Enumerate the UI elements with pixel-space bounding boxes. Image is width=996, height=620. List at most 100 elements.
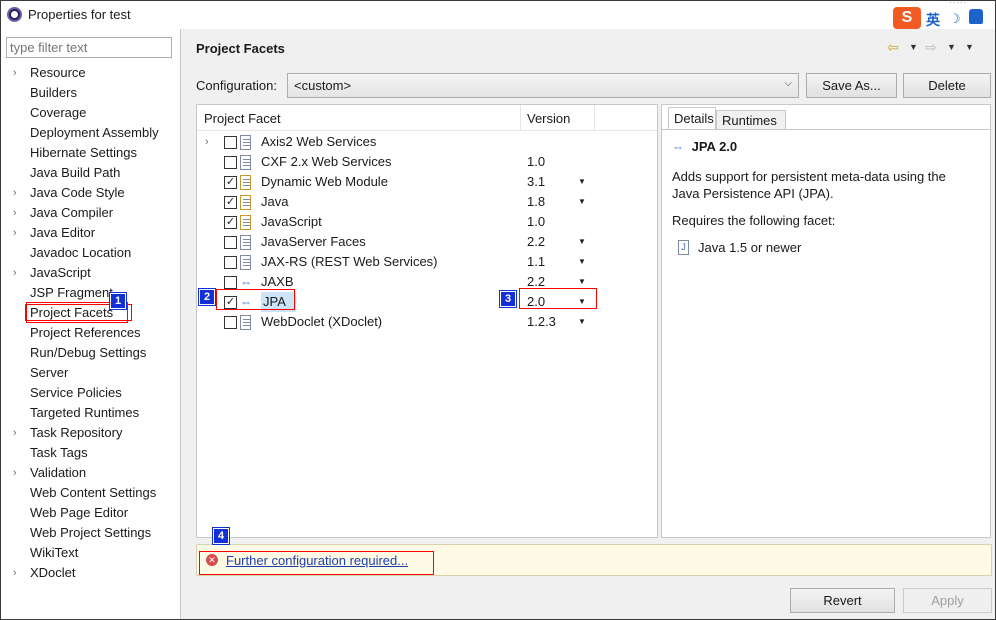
chevron-down-icon: ⌵ (784, 78, 792, 89)
tab-runtimes[interactable]: Runtimes (716, 110, 786, 129)
facet-version[interactable]: 3.1 (527, 172, 545, 192)
facet-row[interactable]: CXF 2.x Web Services 1.0 (197, 152, 657, 172)
tree-item[interactable]: › Java Editor (1, 223, 181, 243)
tree-item[interactable]: › XDoclet (1, 563, 181, 583)
facet-row[interactable]: ✓ Dynamic Web Module 3.1 ▼ (197, 172, 657, 192)
facet-checkbox[interactable]: ✓ (224, 216, 237, 229)
chevron-right-icon[interactable]: › (205, 132, 209, 152)
forward-dropdown-icon[interactable]: ▼ (947, 42, 956, 52)
back-arrow-icon[interactable]: ⇦ (887, 39, 899, 56)
save-as-button[interactable]: Save As... (806, 73, 897, 98)
facet-checkbox[interactable] (224, 136, 237, 149)
facet-row[interactable]: JAX-RS (REST Web Services) 1.1 ▼ (197, 252, 657, 272)
tree-item[interactable]: › Resource (1, 63, 181, 83)
tree-item[interactable]: Web Content Settings (1, 483, 181, 503)
delete-button[interactable]: Delete (903, 73, 991, 98)
tree-item-label: Server (30, 365, 69, 380)
tree-item-label: Java Compiler (30, 205, 114, 220)
tree-item[interactable]: JSP Fragment (1, 283, 181, 303)
details-title: JPA 2.0 (691, 139, 738, 154)
tree-item[interactable]: Task Tags (1, 443, 181, 463)
chevron-right-icon[interactable]: › (13, 183, 17, 203)
tree-item[interactable]: Server (1, 363, 181, 383)
view-menu-icon[interactable]: ▼ (965, 42, 974, 52)
ime-mode-label[interactable]: 英 (926, 10, 940, 30)
tree-item[interactable]: Web Project Settings (1, 523, 181, 543)
chevron-right-icon[interactable]: › (13, 463, 17, 483)
moon-icon[interactable]: ☽ (949, 11, 961, 27)
tree-item[interactable]: Hibernate Settings (1, 143, 181, 163)
back-dropdown-icon[interactable]: ▼ (909, 42, 918, 52)
tab-details[interactable]: Details (668, 107, 716, 129)
chevron-right-icon[interactable]: › (13, 563, 17, 583)
facet-checkbox[interactable]: ✓ (224, 196, 237, 209)
version-dropdown-icon[interactable]: ▼ (578, 312, 586, 332)
version-dropdown-icon[interactable]: ▼ (578, 192, 586, 212)
facet-row[interactable]: ✓ JavaScript 1.0 (197, 212, 657, 232)
version-dropdown-icon[interactable]: ▼ (578, 172, 586, 192)
page-header: Project Facets ⇦ ▼ ⇨ ▼ ▼ (182, 29, 995, 67)
tree-item[interactable]: Targeted Runtimes (1, 403, 181, 423)
configuration-value: <custom> (294, 78, 352, 93)
tree-item[interactable]: › JavaScript (1, 263, 181, 283)
facet-row[interactable]: ✓ Java 1.8 ▼ (197, 192, 657, 212)
ime-toolbar[interactable]: ····· S 英 ☽ (893, 1, 993, 30)
java-jar-icon: J (678, 240, 689, 255)
facet-name: Axis2 Web Services (261, 134, 377, 149)
facet-checkbox[interactable] (224, 156, 237, 169)
chevron-right-icon[interactable]: › (13, 423, 17, 443)
tree-item[interactable]: Service Policies (1, 383, 181, 403)
tree-item[interactable]: Javadoc Location (1, 243, 181, 263)
arrows-icon: ⇔ (240, 275, 252, 289)
tree-item[interactable]: › Java Compiler (1, 203, 181, 223)
facet-version: 1.0 (527, 214, 546, 229)
chevron-right-icon[interactable]: › (13, 63, 17, 83)
facet-version[interactable]: 1.8 (527, 192, 545, 212)
facet-version[interactable]: 2.2 (527, 232, 545, 252)
facet-checkbox[interactable] (224, 236, 237, 249)
tree-item[interactable]: Deployment Assembly (1, 123, 181, 143)
version-dropdown-icon[interactable]: ▼ (578, 232, 586, 252)
skin-icon[interactable] (969, 9, 983, 24)
details-title-row: ⇔ JPA 2.0 (672, 139, 737, 155)
title-bar: Properties for test ····· S 英 ☽ (1, 1, 995, 29)
facet-checkbox[interactable] (224, 276, 237, 289)
filter-input[interactable] (6, 37, 172, 58)
version-dropdown-icon[interactable]: ▼ (578, 252, 586, 272)
revert-button[interactable]: Revert (790, 588, 895, 613)
col-version-header[interactable]: Version (527, 111, 570, 126)
tree-item-label: Web Page Editor (30, 505, 129, 520)
tree-item-label: Run/Debug Settings (30, 345, 147, 360)
lock-doc-icon (240, 175, 251, 190)
chevron-right-icon[interactable]: › (13, 223, 17, 243)
tree-item[interactable]: Project References (1, 323, 181, 343)
tree-item[interactable]: WikiText (1, 543, 181, 563)
tree-item[interactable]: Run/Debug Settings (1, 343, 181, 363)
forward-arrow-icon[interactable]: ⇨ (925, 39, 937, 56)
facet-row[interactable]: JavaServer Faces 2.2 ▼ (197, 232, 657, 252)
tree-item[interactable]: › Validation (1, 463, 181, 483)
doc-icon (240, 135, 251, 150)
chevron-right-icon[interactable]: › (13, 203, 17, 223)
chevron-right-icon[interactable]: › (13, 263, 17, 283)
tree-item[interactable]: › Task Repository (1, 423, 181, 443)
tree-item[interactable]: › Java Code Style (1, 183, 181, 203)
tree-item[interactable]: Web Page Editor (1, 503, 181, 523)
configuration-select[interactable]: <custom> ⌵ (287, 73, 799, 98)
facet-row[interactable]: WebDoclet (XDoclet) 1.2.3 ▼ (197, 312, 657, 332)
facet-checkbox[interactable] (224, 256, 237, 269)
facet-checkbox[interactable] (224, 316, 237, 329)
apply-button[interactable]: Apply (903, 588, 992, 613)
tree-item[interactable]: Java Build Path (1, 163, 181, 183)
facet-version[interactable]: 1.2.3 (527, 312, 556, 332)
facet-version[interactable]: 1.1 (527, 252, 545, 272)
tree-item-label: WikiText (30, 545, 79, 560)
facet-checkbox[interactable]: ✓ (224, 176, 237, 189)
requires-label: Requires the following facet: (672, 213, 836, 228)
col-facet-header[interactable]: Project Facet (204, 111, 281, 126)
tree-item[interactable]: Coverage (1, 103, 181, 123)
sogou-icon[interactable]: S (893, 7, 921, 29)
nav-buttons: ⇦ ▼ ⇨ ▼ ▼ (887, 39, 987, 57)
tree-item[interactable]: Builders (1, 83, 181, 103)
facet-row[interactable]: › Axis2 Web Services (197, 132, 657, 152)
